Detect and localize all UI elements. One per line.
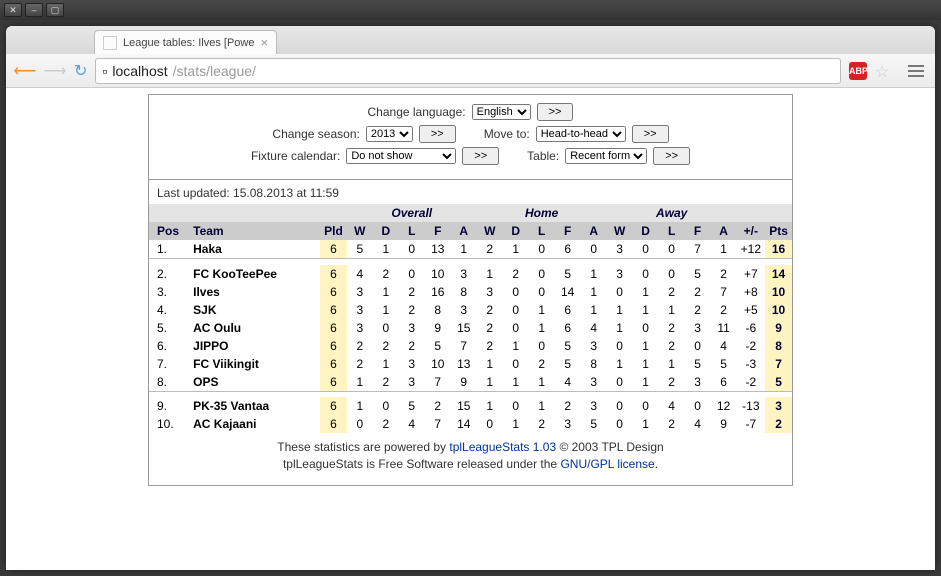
maximize-window-button[interactable]: ▢	[46, 3, 64, 17]
language-select[interactable]: English	[472, 104, 531, 120]
window-titlebar: ✕ – ▢	[0, 0, 941, 20]
table-label: Table:	[527, 149, 559, 163]
hamburger-menu-button[interactable]	[905, 60, 927, 82]
os-window: ✕ – ▢ League tables: Ilves [Powe × ⟵ ⟶ ↻…	[0, 0, 941, 576]
page-icon: ▫	[102, 63, 107, 79]
controls-panel: Change language: English >> Change seaso…	[149, 95, 792, 180]
table-row: 9.PK-35 Vantaa610521510123004012-133	[149, 397, 792, 415]
browser-tab[interactable]: League tables: Ilves [Powe ×	[94, 30, 277, 54]
language-go-button[interactable]: >>	[537, 103, 574, 121]
url-host: localhost	[112, 63, 167, 79]
fixture-label: Fixture calendar:	[251, 149, 340, 163]
table-row: 10.AC Kajaani60247140123501249-72	[149, 415, 792, 433]
close-tab-icon[interactable]: ×	[260, 35, 268, 50]
page-viewport: Change language: English >> Change seaso…	[6, 88, 935, 570]
league-table: Overall Home Away Pos Team Pld WDLFA WDL…	[149, 204, 792, 433]
forward-button[interactable]: ⟶	[44, 60, 66, 82]
home-header: Home	[477, 204, 607, 222]
table-row: 6.JIPPO6222572105301204-28	[149, 337, 792, 355]
table-row: 1.Haka65101312106030071+1216	[149, 240, 792, 259]
content-frame: Change language: English >> Change seaso…	[148, 94, 793, 486]
page-icon	[103, 36, 117, 50]
browser-toolbar: ⟵ ⟶ ↻ ▫ localhost/stats/league/ ABP ☆	[6, 54, 935, 88]
table-row: 4.SJK6312832016111122+510	[149, 301, 792, 319]
moveto-select[interactable]: Head-to-head	[536, 126, 626, 142]
license-link[interactable]: GNU/GPL license	[560, 457, 654, 471]
table-row: 7.FC Viikingit621310131025811155-37	[149, 355, 792, 373]
tab-bar: League tables: Ilves [Powe ×	[6, 26, 935, 54]
abp-icon[interactable]: ABP	[849, 62, 867, 80]
close-window-button[interactable]: ✕	[4, 3, 22, 17]
moveto-go-button[interactable]: >>	[632, 125, 669, 143]
table-row: 3.Ilves631216830014101227+810	[149, 283, 792, 301]
table-row: 5.AC Oulu630391520164102311-69	[149, 319, 792, 337]
group-header-row: Overall Home Away	[149, 204, 792, 222]
url-path: /stats/league/	[173, 63, 256, 79]
bookmark-star-icon[interactable]: ☆	[875, 62, 893, 80]
moveto-label: Move to:	[484, 127, 530, 141]
reload-button[interactable]: ↻	[74, 61, 87, 81]
table-row: 8.OPS6123791114301236-25	[149, 373, 792, 392]
column-header-row: Pos Team Pld WDLFA WDLFA WDLFA +/- Pts	[149, 222, 792, 240]
back-button[interactable]: ⟵	[14, 60, 36, 82]
url-bar[interactable]: ▫ localhost/stats/league/	[95, 58, 841, 84]
footer: These statistics are powered by tplLeagu…	[149, 433, 792, 485]
fixture-go-button[interactable]: >>	[462, 147, 499, 165]
overall-header: Overall	[347, 204, 477, 222]
tab-title: League tables: Ilves [Powe	[123, 37, 254, 49]
table-row: 2.FC KooTeePee64201031205130052+714	[149, 265, 792, 283]
away-header: Away	[607, 204, 737, 222]
season-select[interactable]: 2013	[366, 126, 413, 142]
last-updated: Last updated: 15.08.2013 at 11:59	[149, 180, 792, 204]
season-go-button[interactable]: >>	[419, 125, 456, 143]
table-select[interactable]: Recent form	[565, 148, 647, 164]
season-label: Change season:	[272, 127, 359, 141]
stats-link[interactable]: tplLeagueStats 1.03	[449, 440, 556, 454]
browser-backdrop: League tables: Ilves [Powe × ⟵ ⟶ ↻ ▫ loc…	[0, 20, 941, 576]
language-label: Change language:	[368, 105, 466, 119]
browser-window: League tables: Ilves [Powe × ⟵ ⟶ ↻ ▫ loc…	[6, 26, 935, 570]
fixture-select[interactable]: Do not show	[346, 148, 456, 164]
minimize-window-button[interactable]: –	[25, 3, 43, 17]
table-go-button[interactable]: >>	[653, 147, 690, 165]
